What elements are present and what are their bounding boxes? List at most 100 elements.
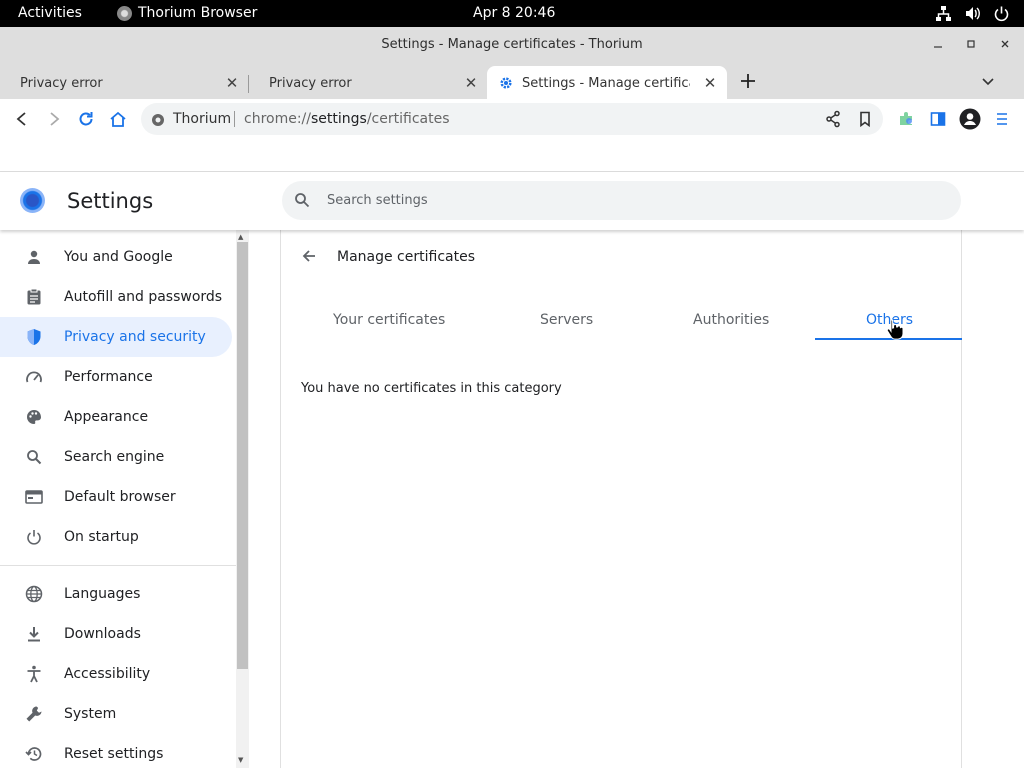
- tab-privacy-error-1[interactable]: Privacy error ✕: [0, 66, 248, 99]
- site-name: Thorium: [173, 111, 232, 127]
- tab-authorities[interactable]: Authorities: [693, 312, 769, 328]
- app-name: Thorium Browser: [138, 5, 258, 21]
- sidebar-item-on-startup[interactable]: On startup: [0, 517, 232, 557]
- empty-state-message: You have no certificates in this categor…: [301, 381, 562, 396]
- sidebar-item-label: Languages: [64, 586, 141, 602]
- tab-label: Privacy error: [269, 76, 352, 91]
- menu-icon[interactable]: [991, 108, 1013, 130]
- clipboard-icon: [24, 287, 44, 307]
- address-bar[interactable]: Thorium chrome://settings/certificates: [141, 103, 883, 135]
- sidebar-item-languages[interactable]: Languages: [0, 574, 232, 614]
- close-window-button[interactable]: [995, 35, 1015, 55]
- search-settings-input[interactable]: Search settings: [282, 181, 961, 220]
- sidebar-item-search-engine[interactable]: Search engine: [0, 437, 232, 477]
- hand-cursor-icon: [886, 318, 904, 344]
- sidebar-item-privacy[interactable]: Privacy and security: [0, 317, 232, 357]
- close-tab-icon[interactable]: ✕: [463, 74, 479, 92]
- sidebar-item-autofill[interactable]: Autofill and passwords: [0, 277, 232, 317]
- accessibility-icon: [24, 664, 44, 684]
- sidebar-item-reset[interactable]: Reset settings: [0, 734, 232, 774]
- share-icon[interactable]: [825, 110, 841, 132]
- speedometer-icon: [24, 367, 44, 387]
- power-icon: [24, 527, 44, 547]
- sidebar-item-label: Privacy and security: [64, 329, 206, 345]
- tab-your-certificates[interactable]: Your certificates: [333, 312, 445, 328]
- url-text: chrome://settings/certificates: [244, 111, 450, 127]
- tab-settings[interactable]: Settings - Manage certificate ✕: [487, 66, 727, 99]
- tab-strip: Privacy error ✕ Privacy error ✕ Settings…: [0, 63, 1024, 99]
- browser-icon: [24, 487, 44, 507]
- volume-icon: [964, 5, 981, 22]
- sidebar-item-performance[interactable]: Performance: [0, 357, 232, 397]
- activities-button[interactable]: Activities: [18, 5, 82, 21]
- sidebar-item-system[interactable]: System: [0, 694, 232, 734]
- sidebar-item-label: System: [64, 706, 117, 722]
- manage-certificates-card: Manage certificates Your certificates Se…: [280, 230, 962, 768]
- sidebar-item-default-browser[interactable]: Default browser: [0, 477, 232, 517]
- profile-avatar-icon[interactable]: [959, 108, 981, 130]
- scroll-down-arrow-icon[interactable]: ▼: [238, 756, 243, 764]
- sidebar-item-label: You and Google: [64, 249, 173, 265]
- sidebar-item-label: On startup: [64, 529, 139, 545]
- minimize-button[interactable]: [928, 35, 948, 55]
- forward-icon[interactable]: [43, 108, 65, 130]
- sidebar-item-appearance[interactable]: Appearance: [0, 397, 232, 437]
- sidebar-item-accessibility[interactable]: Accessibility: [0, 654, 232, 694]
- tab-label: Settings - Manage certificate: [522, 76, 690, 91]
- tab-servers[interactable]: Servers: [540, 312, 593, 328]
- tab-privacy-error-2[interactable]: Privacy error ✕: [249, 66, 486, 99]
- settings-sidebar: You and Google Autofill and passwords Pr…: [0, 230, 236, 768]
- side-panel-icon[interactable]: [927, 108, 949, 130]
- sidebar-divider: [0, 565, 236, 566]
- sidebar-scrollbar-thumb[interactable]: [237, 242, 248, 669]
- thorium-logo-icon: [20, 188, 45, 213]
- sidebar-item-label: Autofill and passwords: [64, 289, 223, 305]
- subpage-title: Manage certificates: [337, 249, 475, 265]
- sidebar-item-label: Default browser: [64, 489, 176, 505]
- tab-search-chevron-icon[interactable]: [980, 74, 996, 88]
- sidebar-item-label: Appearance: [64, 409, 149, 425]
- power-icon: [993, 5, 1010, 22]
- home-icon[interactable]: [107, 108, 129, 130]
- bookmarks-bar-area: [0, 139, 1024, 172]
- back-icon[interactable]: [11, 108, 33, 130]
- scroll-up-arrow-icon[interactable]: ▲: [238, 233, 243, 241]
- window-title-bar: Settings - Manage certificates - Thorium: [0, 27, 1024, 63]
- search-icon: [294, 192, 310, 212]
- person-icon: [24, 247, 44, 267]
- maximize-button[interactable]: [961, 35, 981, 55]
- new-tab-icon[interactable]: [738, 71, 758, 91]
- sidebar-item-label: Search engine: [64, 449, 165, 465]
- bookmark-icon[interactable]: [859, 111, 871, 131]
- sidebar-item-label: Performance: [64, 369, 153, 385]
- palette-icon: [24, 407, 44, 427]
- settings-gear-icon: [499, 76, 513, 94]
- browser-toolbar: Thorium chrome://settings/certificates: [0, 99, 1024, 139]
- tab-label: Privacy error: [20, 76, 103, 91]
- page-title: Settings: [67, 189, 154, 213]
- close-tab-icon[interactable]: ✕: [702, 74, 718, 92]
- gnome-top-bar: Activities Thorium Browser Apr 8 20:46: [0, 0, 1024, 27]
- system-tray[interactable]: [935, 5, 1010, 22]
- history-icon: [24, 744, 44, 764]
- reload-icon[interactable]: [75, 108, 97, 130]
- window-title: Settings - Manage certificates - Thorium: [381, 37, 643, 52]
- sidebar-item-label: Reset settings: [64, 746, 164, 762]
- clock[interactable]: Apr 8 20:46: [473, 5, 555, 21]
- download-icon: [24, 624, 44, 644]
- extension-icon[interactable]: [895, 108, 917, 130]
- close-tab-icon[interactable]: ✕: [224, 74, 240, 92]
- sidebar-item-you-and-google[interactable]: You and Google: [0, 237, 232, 277]
- globe-icon: [24, 584, 44, 604]
- search-icon: [24, 447, 44, 467]
- chrome-page-icon: [151, 112, 165, 131]
- shield-icon: [24, 327, 44, 347]
- sidebar-item-downloads[interactable]: Downloads: [0, 614, 232, 654]
- sidebar-item-label: Downloads: [64, 626, 141, 642]
- thorium-icon: [117, 5, 132, 21]
- app-menu[interactable]: Thorium Browser: [117, 5, 257, 21]
- settings-header: Settings Search settings: [0, 172, 1024, 230]
- omnibox-divider: [234, 111, 235, 127]
- back-arrow-icon[interactable]: [301, 248, 321, 268]
- search-placeholder: Search settings: [327, 193, 428, 208]
